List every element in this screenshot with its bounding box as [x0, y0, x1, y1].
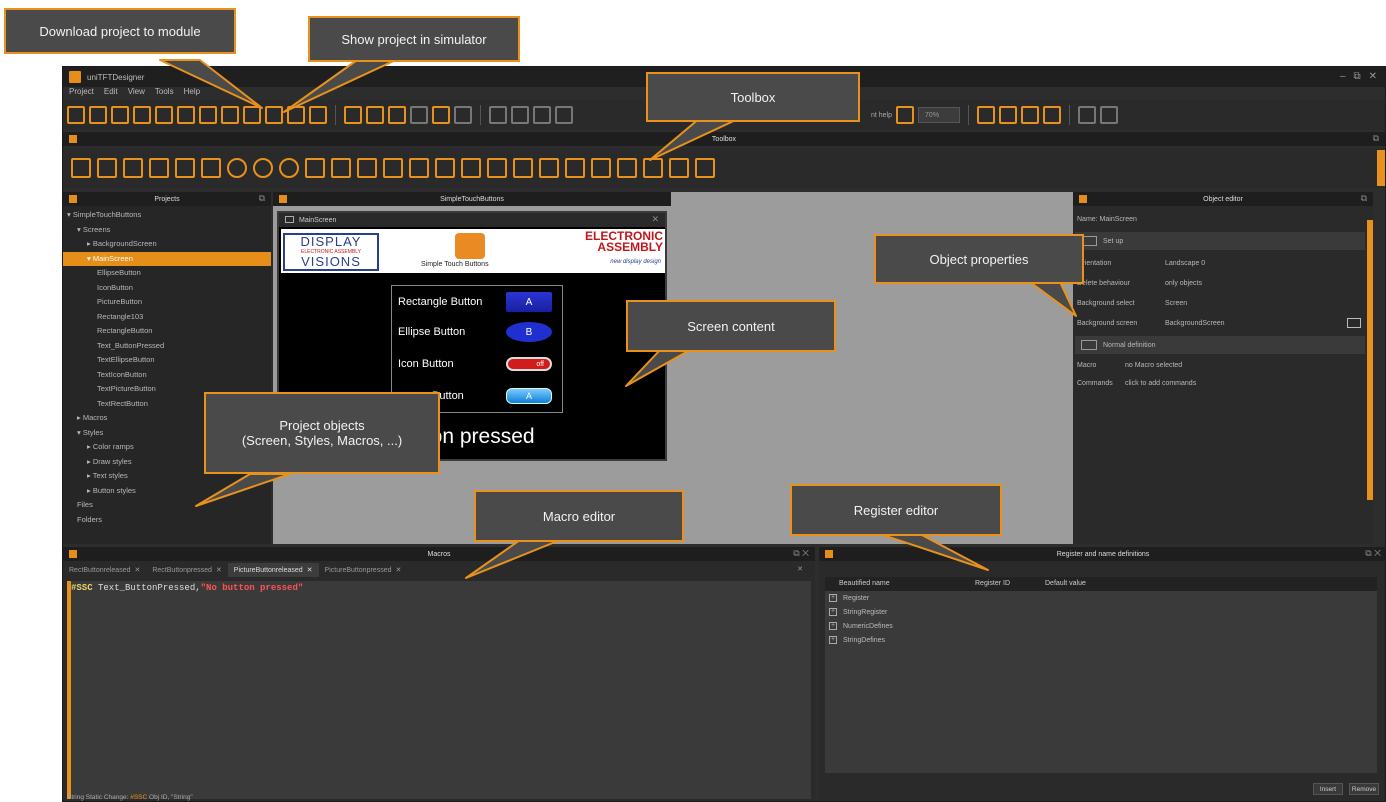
project-objects-callout: Project objects (Screen, Styles, Macros,…	[204, 392, 440, 474]
project-objects-line2: (Screen, Styles, Macros, ...)	[241, 433, 403, 448]
project-objects-callout-tail	[195, 473, 291, 507]
screen-content-callout-tail	[625, 349, 691, 387]
macro-editor-callout-tail	[465, 539, 561, 579]
object-props-callout-tail	[1029, 281, 1077, 317]
project-objects-line1: Project objects	[279, 418, 365, 433]
simulator-callout-tail	[283, 57, 401, 113]
macro-editor-callout: Macro editor	[474, 490, 684, 542]
download-callout-tail	[159, 59, 263, 109]
simulator-callout: Show project in simulator	[308, 16, 520, 62]
object-props-callout: Object properties	[874, 234, 1084, 284]
register-editor-callout-tail	[879, 533, 989, 571]
screenshot-stage: { "app": { "title": "uniTFTDesigner" }, …	[0, 0, 1386, 802]
download-callout: Download project to module	[4, 8, 236, 54]
register-editor-callout: Register editor	[790, 484, 1002, 536]
screen-content-callout: Screen content	[626, 300, 836, 352]
toolbox-callout-tail	[649, 117, 741, 161]
toolbox-callout: Toolbox	[646, 72, 860, 122]
